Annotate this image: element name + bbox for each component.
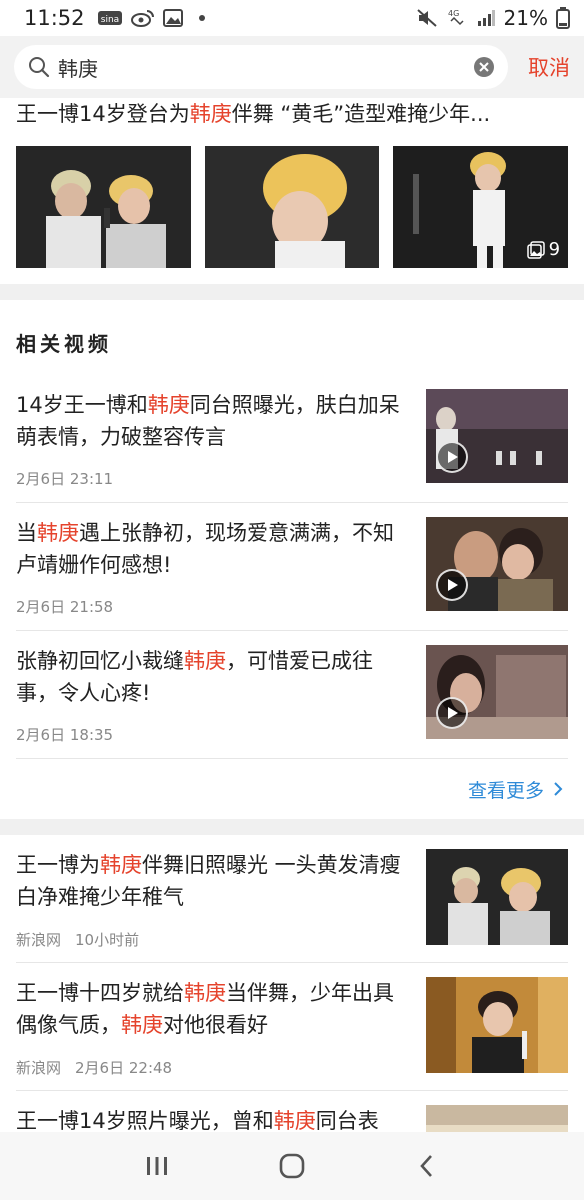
- sina-app-icon: sina: [97, 9, 123, 27]
- play-icon: [436, 569, 468, 601]
- recent-apps-icon: [147, 1157, 168, 1175]
- notification-dot-icon: [198, 15, 205, 21]
- battery-text: 21%: [503, 6, 548, 30]
- system-nav-bar: [0, 1132, 584, 1200]
- video-date: 2月6日 23:11: [16, 470, 114, 488]
- news-title: 王一博十四岁就给韩庚当伴舞，少年出具偶像气质，韩庚对他很看好: [16, 981, 394, 1037]
- section-divider: [0, 284, 584, 300]
- news-time: 2月6日 22:48: [75, 1059, 173, 1077]
- video-title: 当韩庚遇上张静初，现场爱意满满，不知卢靖姗作何感想!: [16, 521, 394, 577]
- status-time: 11:52: [24, 6, 85, 30]
- article-image-2[interactable]: [204, 146, 380, 268]
- video-item[interactable]: 张静初回忆小裁缝韩庚，可惜爱已成往事，令人心疼! 2月6日 18:35: [16, 631, 568, 759]
- video-title: 14岁王一博和韩庚同台照曝光，肤白加呆萌表情，力破整容传言: [16, 393, 400, 449]
- svg-text:sina: sina: [100, 15, 118, 25]
- close-icon: [479, 62, 489, 72]
- video-date: 2月6日 18:35: [16, 726, 114, 744]
- images-icon: [526, 240, 545, 259]
- recent-apps-button[interactable]: [127, 1141, 187, 1191]
- home-icon: [279, 1153, 305, 1179]
- article-image-1[interactable]: [16, 146, 191, 268]
- news-meta: 新浪网 2月6日 22:48: [16, 1057, 412, 1078]
- weibo-icon: [130, 8, 155, 28]
- video-thumbnail[interactable]: [426, 389, 568, 483]
- top-article-title[interactable]: 王一博14岁登台为韩庚伴舞 “黄毛”造型难掩少年...: [16, 98, 568, 132]
- article-image-3[interactable]: 9: [393, 146, 569, 268]
- status-bar: 11:52 sina 4G 21%: [0, 0, 584, 36]
- search-input[interactable]: 韩庚: [14, 45, 508, 89]
- news-item[interactable]: 王一博14岁照片曝光，曾和韩庚同台表演，留着黄发在一旁伴舞！: [16, 1091, 568, 1132]
- news-item[interactable]: 王一博十四岁就给韩庚当伴舞，少年出具偶像气质，韩庚对他很看好 新浪网 2月6日 2…: [16, 963, 568, 1091]
- mute-icon: [416, 8, 438, 28]
- clear-search-button[interactable]: [474, 57, 494, 77]
- news-source: 新浪网: [16, 1059, 62, 1077]
- news-thumbnail[interactable]: [426, 849, 568, 945]
- play-icon: [436, 441, 468, 473]
- battery-icon: [556, 7, 570, 29]
- cancel-button[interactable]: 取消: [528, 52, 570, 82]
- search-bar: 韩庚 取消: [0, 36, 584, 98]
- news-title: 王一博14岁照片曝光，曾和韩庚同台表演，留着黄发在一旁伴舞！: [16, 1109, 379, 1132]
- news-thumbnail[interactable]: [426, 977, 568, 1073]
- network-label: 4G: [448, 9, 459, 18]
- news-thumbnail[interactable]: [426, 1105, 568, 1132]
- video-item[interactable]: 当韩庚遇上张静初，现场爱意满满，不知卢靖姗作何感想! 2月6日 21:58: [16, 503, 568, 631]
- video-thumbnail[interactable]: [426, 645, 568, 739]
- video-thumbnail[interactable]: [426, 517, 568, 611]
- news-meta: 新浪网 10小时前: [16, 929, 412, 950]
- news-title: 王一博为韩庚伴舞旧照曝光 一头黄发清瘦白净难掩少年稚气: [16, 853, 401, 909]
- search-query: 韩庚: [58, 56, 98, 81]
- video-date: 2月6日 21:58: [16, 598, 114, 616]
- results-content[interactable]: 王一博14岁登台为韩庚伴舞 “黄毛”造型难掩少年... 9 相关视频 14岁王一…: [0, 98, 584, 1132]
- news-source: 新浪网: [16, 931, 62, 949]
- home-button[interactable]: [262, 1141, 322, 1191]
- back-icon: [419, 1155, 432, 1177]
- video-title: 张静初回忆小裁缝韩庚，可惜爱已成往事，令人心疼!: [16, 649, 373, 705]
- news-item[interactable]: 王一博为韩庚伴舞旧照曝光 一头黄发清瘦白净难掩少年稚气 新浪网 10小时前: [16, 835, 568, 963]
- news-time: 10小时前: [75, 931, 140, 949]
- chevron-right-icon: [554, 782, 563, 796]
- back-button[interactable]: [397, 1141, 457, 1191]
- related-videos-title: 相关视频: [16, 332, 112, 356]
- top-article[interactable]: 王一博14岁登台为韩庚伴舞 “黄毛”造型难掩少年... 9: [0, 98, 584, 268]
- play-icon: [436, 697, 468, 729]
- section-divider: [0, 819, 584, 835]
- see-more-link[interactable]: 查看更多: [0, 759, 584, 819]
- network-type-icon: 4G: [446, 7, 468, 29]
- image-count-badge: 9: [526, 239, 560, 260]
- signal-icon: [476, 9, 496, 27]
- search-icon: [29, 57, 50, 78]
- gallery-icon: [162, 9, 183, 27]
- video-item[interactable]: 14岁王一博和韩庚同台照曝光，肤白加呆萌表情，力破整容传言 2月6日 23:11: [16, 375, 568, 503]
